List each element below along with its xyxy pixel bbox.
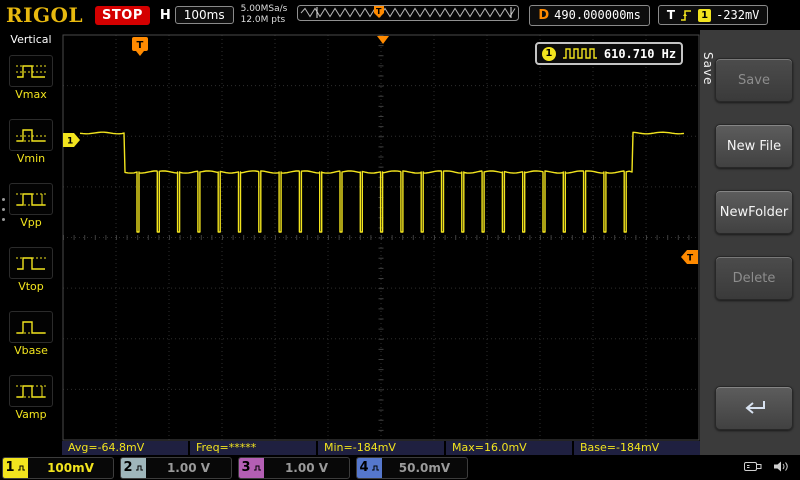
waveform-display: 1 T T 1 610.710 Hz Avg=-64.8mVFreq=*****Mi… — [62, 30, 700, 455]
trigger-source-badge: 1 — [698, 9, 711, 22]
coupling-icon — [253, 464, 262, 472]
measurement-avg: Avg=-64.8mV — [62, 441, 188, 455]
menu-tab-label: Save — [701, 52, 715, 85]
measurement-min: Min=-184mV — [318, 441, 444, 455]
counter-value: 610.710 Hz — [604, 47, 676, 61]
trigger-position-marker[interactable] — [377, 36, 389, 44]
menu-item-label: Vtop — [18, 280, 44, 293]
horizontal-label: H — [160, 8, 171, 23]
enter-icon — [739, 398, 769, 418]
menu-item-label: Vpp — [20, 216, 42, 229]
menu-item-label: Vmin — [17, 152, 45, 165]
svg-text:T: T — [137, 40, 144, 51]
menu-item-label: Vmax — [15, 88, 47, 101]
channel-3-status[interactable]: 31.00 V — [238, 457, 350, 479]
memory-waveform-strip: T — [297, 4, 519, 26]
main-area: Vertical Vmax Vmin Vpp Vtop Vbase Vamp 1 T T 1 … — [0, 30, 800, 455]
channel-3-badge: 3 — [239, 458, 264, 478]
left-measure-menu: Vertical Vmax Vmin Vpp Vtop Vbase Vamp — [0, 30, 62, 455]
counter-channel-badge: 1 — [542, 47, 556, 61]
oscilloscope-screen: RIGOL STOP H 100ms 5.00MSa/s 12.0M pts T… — [0, 0, 800, 480]
left-menu-item-vmax[interactable]: Vmax — [0, 46, 62, 110]
channel-2-scale: 1.00 V — [146, 458, 231, 478]
menu-page-dots — [2, 198, 5, 221]
left-menu-item-vpp[interactable]: Vpp — [0, 174, 62, 238]
memory-strip-graphic: T — [297, 4, 519, 22]
channel-4-scale: 50.0mV — [382, 458, 467, 478]
coupling-icon — [371, 464, 380, 472]
vmin-icon — [9, 119, 53, 151]
measurement-bar: Avg=-64.8mVFreq=*****Min=-184mVMax=16.0m… — [62, 441, 700, 455]
system-status-icons — [743, 460, 790, 473]
vpp-icon — [9, 183, 53, 215]
timebase-value: 100ms — [175, 6, 234, 24]
left-menu-items: Vmax Vmin Vpp Vtop Vbase Vamp — [0, 46, 62, 430]
channel-4-status[interactable]: 450.0mV — [356, 457, 468, 479]
usb-icon — [743, 460, 763, 473]
svg-text:T: T — [376, 7, 382, 16]
soft-menu-buttons: Save New File NewFolder Delete — [715, 58, 793, 452]
horizontal-timebase[interactable]: H 100ms — [160, 6, 234, 24]
channel-2-status[interactable]: 21.00 V — [120, 457, 232, 479]
coupling-icon — [135, 464, 144, 472]
trigger-label: T — [667, 8, 675, 22]
menu-button-enter[interactable] — [715, 386, 793, 430]
bottom-bar: 1100mV21.00 V31.00 V450.0mV — [0, 455, 800, 480]
right-soft-menu: Save Save New File NewFolder Delete — [700, 30, 800, 455]
channel-status-group: 1100mV21.00 V31.00 V450.0mV — [0, 457, 468, 479]
coupling-icon — [17, 464, 26, 472]
speaker-icon — [773, 460, 790, 473]
left-menu-item-vamp[interactable]: Vamp — [0, 366, 62, 430]
memory-depth: 12.0M pts — [241, 15, 288, 26]
left-menu-item-vbase[interactable]: Vbase — [0, 302, 62, 366]
menu-button-save[interactable]: Save — [715, 58, 793, 102]
top-bar: RIGOL STOP H 100ms 5.00MSa/s 12.0M pts T… — [0, 0, 800, 30]
vtop-icon — [9, 247, 53, 279]
menu-button-newfolder[interactable]: NewFolder — [715, 190, 793, 234]
svg-text:1: 1 — [67, 137, 73, 147]
menu-button-delete[interactable]: Delete — [715, 256, 793, 300]
sample-rate: 5.00MSa/s — [241, 4, 288, 15]
acquisition-info: 5.00MSa/s 12.0M pts — [241, 4, 288, 27]
trigger-readout[interactable]: T 1 -232mV — [658, 5, 769, 25]
measurement-max: Max=16.0mV — [446, 441, 572, 455]
measurement-base: Base=-184mV — [574, 441, 700, 455]
menu-button-new-file[interactable]: New File — [715, 124, 793, 168]
delay-label: D — [538, 8, 549, 23]
square-wave-icon — [562, 47, 598, 60]
delay-value: 490.000000ms — [554, 8, 641, 22]
graticule: 1 T T — [62, 30, 700, 441]
vamp-icon — [9, 375, 53, 407]
channel-4-badge: 4 — [357, 458, 382, 478]
left-menu-item-vmin[interactable]: Vmin — [0, 110, 62, 174]
svg-text:T: T — [687, 254, 694, 264]
trigger-level-value: -232mV — [716, 8, 759, 22]
menu-item-label: Vbase — [14, 344, 48, 357]
channel-2-badge: 2 — [121, 458, 146, 478]
vbase-icon — [9, 311, 53, 343]
vmax-icon — [9, 55, 53, 87]
channel-1-status[interactable]: 1100mV — [2, 457, 114, 479]
left-menu-title: Vertical — [0, 30, 62, 46]
brand-logo: RIGOL — [6, 3, 83, 27]
channel-1-scale: 100mV — [28, 458, 113, 478]
delay-readout[interactable]: D 490.000000ms — [529, 5, 650, 26]
measurement-freq: Freq=***** — [190, 441, 316, 455]
frequency-counter: 1 610.710 Hz — [535, 42, 683, 65]
menu-item-label: Vamp — [15, 408, 46, 421]
channel-1-badge: 1 — [3, 458, 28, 478]
left-menu-item-vtop[interactable]: Vtop — [0, 238, 62, 302]
run-state-badge[interactable]: STOP — [95, 6, 150, 25]
channel-3-scale: 1.00 V — [264, 458, 349, 478]
trigger-slope-icon — [680, 9, 693, 22]
